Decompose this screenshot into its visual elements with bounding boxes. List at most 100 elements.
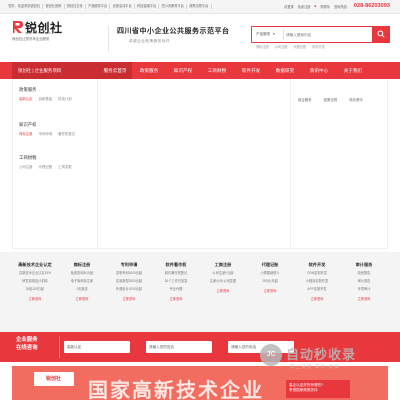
banner-divider xyxy=(290,79,291,249)
name-field[interactable]: 请输入您的姓名 xyxy=(146,341,212,353)
top-bar: 您好，欢迎来到锐创社 锐创社官网 锐创社文化 产品服务平台 优惠活动平台 科技金… xyxy=(0,0,400,14)
service-line: 审计报告 xyxy=(357,279,371,283)
hotword-link[interactable]: 商标注册 xyxy=(256,44,269,49)
top-link[interactable]: 锐创社官网 xyxy=(43,4,65,9)
service-line: 30个工作日加急 xyxy=(164,279,188,283)
promo-card-sub: 享受国家政策扶持 xyxy=(289,388,318,392)
service-consult-link[interactable]: 立即咨询 xyxy=(247,288,293,293)
service-card[interactable]: 商标注册 免费查询50元起 电子版商标注册 1天报送 立即咨询 xyxy=(59,262,105,328)
service-line: 专项审计 xyxy=(357,287,371,291)
service-card[interactable]: 审计服务 验资报告 审计报告 专项审计 立即咨询 xyxy=(341,262,387,328)
service-line: 外观设计1000元起 xyxy=(115,287,143,291)
top-link[interactable]: 您好，欢迎来到锐创社 xyxy=(6,4,44,9)
sidebar-sub-link[interactable]: 著作权登记 xyxy=(58,131,75,136)
service-name: 高新技术企业认定 xyxy=(18,262,52,267)
service-line: 实用新型2000元起 xyxy=(115,279,143,283)
search-input[interactable] xyxy=(286,30,366,39)
nav-item-ip[interactable]: 知识产权 xyxy=(166,62,200,79)
service-card[interactable]: 软件著作权 软件著作权登记 30个工作日加急 专业代理 立即咨询 xyxy=(153,262,199,328)
chevron-right-icon: › xyxy=(38,123,40,127)
login-link[interactable]: 请登录 xyxy=(284,4,294,9)
top-link[interactable]: 四川省教育平台 xyxy=(159,4,188,9)
service-card[interactable]: 代理记账 小规模纳税人 200元/月起 立即咨询 xyxy=(247,262,293,328)
hotword-link[interactable]: 代理记账 xyxy=(294,44,307,49)
sidebar-category-title: 知识产权 xyxy=(19,122,37,127)
panel-tab[interactable]: 商务资讯 xyxy=(349,97,363,102)
service-card[interactable]: 软件开发 CRM定制开发 小程序定制开发 APP定制开发 立即咨询 xyxy=(294,262,340,328)
search-icon xyxy=(376,30,385,38)
service-line: 高新技术企业认定15% xyxy=(19,271,51,275)
sidebar-category-title: 工商财税 xyxy=(19,155,37,160)
category-menu-button[interactable]: 锐创社 | 企业服务项目 xyxy=(12,62,98,79)
sidebar-category[interactable]: 工商财税 › 公司注册 代理记账 工商变更 xyxy=(19,155,72,169)
cart-icon[interactable]: ■ xyxy=(314,4,316,8)
top-links: 您好，欢迎来到锐创社 锐创社官网 锐创社文化 产品服务平台 优惠活动平台 科技金… xyxy=(6,4,212,9)
consult-label-line: 企业服务 xyxy=(16,337,38,343)
top-link[interactable]: 政策法规平台 xyxy=(187,4,212,9)
sidebar-sub-link[interactable]: 商标注册 xyxy=(19,131,33,136)
service-line: 研发费用加计扣除 xyxy=(22,279,48,283)
service-line: 发明专利3000元起 xyxy=(115,271,143,275)
top-link[interactable]: 锐创社文化 xyxy=(65,4,86,9)
service-line: 小程序定制开发 xyxy=(305,279,329,283)
nav-item-home[interactable]: 服务云首页 xyxy=(98,62,132,79)
top-link[interactable]: 科技金融平台 xyxy=(135,4,160,9)
service-consult-link[interactable]: 立即咨询 xyxy=(153,296,199,301)
service-consult-link[interactable]: 立即咨询 xyxy=(294,296,340,301)
hotline-phone: 028-86203093 xyxy=(353,3,390,9)
search-button[interactable] xyxy=(371,25,390,43)
service-line: CRM定制开发 xyxy=(306,271,327,275)
platform-title-block: 四川省中小企业公共服务示范平台 卓越企业政策服务标杆 xyxy=(108,26,229,52)
sidebar-sub-link[interactable]: 高新认定 xyxy=(19,96,33,101)
service-card[interactable]: 高新技术企业认定 高新技术企业认定15% 研发费用加计扣除 补贴100万起 立即… xyxy=(12,262,58,328)
register-link[interactable]: 免费注册 xyxy=(298,4,311,9)
panel-tab[interactable]: 政企服务 xyxy=(298,97,312,102)
header: 锐创社 RUICHUANGSHE 商创社让您尽享企业服务 四川省中小企业公共服务… xyxy=(0,14,400,62)
service-consult-link[interactable]: 立即咨询 xyxy=(12,296,58,301)
panel-tab[interactable]: 政策法规 xyxy=(324,97,338,102)
service-consult-link[interactable]: 立即咨询 xyxy=(59,296,105,301)
logo-mark-icon xyxy=(13,21,23,33)
nav-item-software[interactable]: 软件开发 xyxy=(234,62,268,79)
watermark-subtext: 网上链接·来访·收录 xyxy=(290,364,340,369)
cart-link[interactable]: 购物车 xyxy=(320,4,330,9)
nav-item-about[interactable]: 关于我们 xyxy=(336,62,370,79)
nav-item-policy[interactable]: 政策服务 xyxy=(132,62,166,79)
sidebar-sub-link[interactable]: 创新基金 xyxy=(39,96,53,101)
service-consult-link[interactable]: 立即咨询 xyxy=(106,296,152,301)
hotword-link[interactable]: 公司注册 xyxy=(275,44,288,49)
sidebar-sub-link[interactable]: 公司注册 xyxy=(19,164,33,169)
service-line: 软件著作权登记 xyxy=(164,271,188,275)
hotword-link[interactable]: 软件开发 xyxy=(312,44,325,49)
sidebar-sub-link[interactable]: 专利申请 xyxy=(39,131,53,136)
nav-item-finance[interactable]: 工商财税 xyxy=(200,62,234,79)
promo-card[interactable]: 高企认定好处有哪些? 享受国家政策扶持 xyxy=(286,380,350,398)
service-type-value: 高新认定 xyxy=(67,345,82,349)
main-nav: 锐创社 | 企业服务项目 服务云首页 政策服务 知识产权 工商财税 软件开发 数… xyxy=(0,62,400,79)
sidebar-sub-link[interactable]: 代理记账 xyxy=(39,164,53,169)
consult-label: 企业服务 在线咨询 xyxy=(16,336,60,358)
top-right: 请登录 免费注册 ■ 购物车 咨询热线： 028-86203093 xyxy=(284,3,390,9)
top-link[interactable]: 优惠活动平台 xyxy=(110,4,135,9)
sidebar-category-title: 政策服务 xyxy=(19,87,37,92)
hotline-label: 咨询热线： xyxy=(333,4,350,9)
top-link[interactable]: 产品服务平台 xyxy=(86,4,111,9)
nav-item-news[interactable]: 资讯中心 xyxy=(302,62,336,79)
sidebar-sub-link[interactable]: 工商变更 xyxy=(58,164,72,169)
service-consult-link[interactable]: 立即咨询 xyxy=(341,296,387,301)
sidebar-category[interactable]: 知识产权 › 商标注册 专利申请 著作权登记 xyxy=(19,122,75,136)
service-type-select[interactable]: 高新认定 xyxy=(64,341,130,353)
search-category-label: 产品服务 xyxy=(256,32,271,36)
sidebar-sub-link[interactable]: 科技计划 xyxy=(58,96,72,101)
sidebar-category[interactable]: 政策服务 › 高新认定 创新基金 科技计划 xyxy=(19,87,72,101)
service-card[interactable]: 工商注册 公司注册0元起 注册公司 公司变更 立即咨询 xyxy=(200,262,246,328)
service-card[interactable]: 专利申请 发明专利3000元起 实用新型2000元起 外观设计1000元起 立即… xyxy=(106,262,152,328)
service-name: 商标注册 xyxy=(73,262,91,267)
nav-item-research[interactable]: 数据研究 xyxy=(268,62,302,79)
service-consult-link[interactable]: 立即咨询 xyxy=(200,288,246,293)
service-line: 免费查询50元起 xyxy=(70,271,94,275)
search-category-select[interactable]: 产品服务 ▼ xyxy=(254,30,284,39)
logo[interactable]: 锐创社 RUICHUANGSHE 商创社让您尽享企业服务 xyxy=(12,20,92,60)
hero-banner[interactable] xyxy=(98,79,388,249)
service-name: 软件著作权 xyxy=(165,262,187,267)
